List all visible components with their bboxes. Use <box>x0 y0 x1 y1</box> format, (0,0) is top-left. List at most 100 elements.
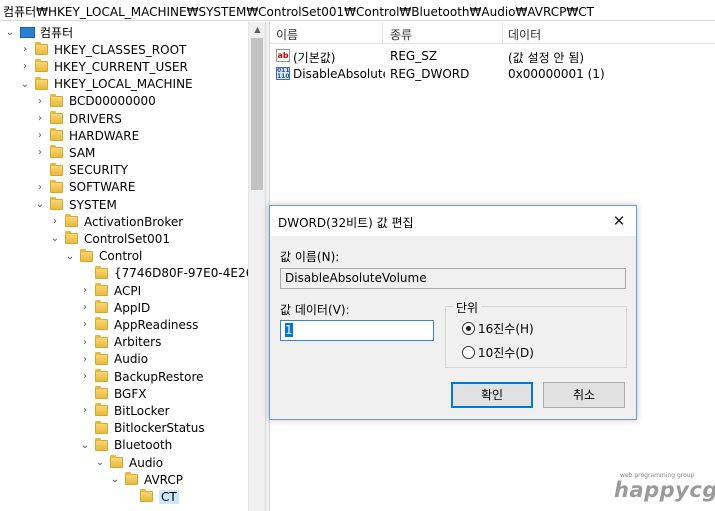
tree-item-label: AppReadiness <box>114 317 199 332</box>
tree-item[interactable]: ⌄ Bluetooth <box>79 437 172 454</box>
list-header: 이름 종류 데이터 <box>270 22 715 44</box>
tree-scrollbar[interactable]: ▲ <box>248 22 265 511</box>
tree-item[interactable]: ⌄ SYSTEM <box>34 196 117 213</box>
dec-radio[interactable]: 10진수(D) <box>462 344 534 361</box>
tree-item[interactable]: › Arbiters <box>79 334 161 351</box>
tree-item[interactable]: ⌄ Control <box>64 248 142 265</box>
ok-button[interactable]: 확인 <box>451 382 533 408</box>
column-separator[interactable] <box>502 22 503 44</box>
chevron-down-icon[interactable]: ⌄ <box>4 27 16 39</box>
edit-dword-dialog: DWORD(32비트) 값 편집 ✕ 값 이름(N): DisableAbsol… <box>269 205 637 420</box>
tree-item[interactable]: › AppID <box>79 299 150 316</box>
tree-item[interactable]: › ACPI <box>79 282 141 299</box>
tree-item[interactable]: › BackupRestore <box>79 368 204 385</box>
chevron-down-icon[interactable]: ⌄ <box>49 233 61 245</box>
chevron-right-icon[interactable]: › <box>19 61 31 73</box>
chevron-down-icon[interactable]: ⌄ <box>79 439 91 451</box>
value-name-label: 값 이름(N): <box>280 250 340 264</box>
chevron-right-icon[interactable]: › <box>49 216 61 228</box>
chevron-right-icon[interactable]: › <box>79 336 91 348</box>
tree-item-label: BCD00000000 <box>69 94 156 109</box>
tree-item[interactable]: › HKEY_CURRENT_USER <box>19 58 188 75</box>
column-header-data[interactable]: 데이터 <box>508 26 541 43</box>
chevron-down-icon[interactable]: ⌄ <box>94 457 106 469</box>
chevron-right-icon[interactable]: › <box>34 181 46 193</box>
computer-icon <box>20 27 35 38</box>
tree-item[interactable]: › AppReadiness <box>79 316 198 333</box>
value-data-input[interactable]: 1 <box>280 320 434 341</box>
tree-item[interactable]: ⌄ Audio <box>94 454 163 471</box>
tree-item-label: HARDWARE <box>69 128 140 143</box>
tree-item-label: Bluetooth <box>114 438 173 453</box>
tree-item[interactable]: › ActivationBroker <box>49 213 183 230</box>
chevron-right-icon[interactable]: › <box>34 95 46 107</box>
tree-item[interactable]: › SAM <box>34 144 95 161</box>
chevron-down-icon[interactable]: ⌄ <box>34 199 46 211</box>
chevron-right-icon[interactable]: › <box>79 405 91 417</box>
tree-item[interactable]: ⌄ AVRCP <box>109 471 183 488</box>
folder-icon <box>95 300 108 314</box>
hex-radio[interactable]: 16진수(H) <box>462 320 534 337</box>
scroll-up-arrow-icon[interactable]: ▲ <box>249 22 266 37</box>
list-item[interactable]: 011 110 DisableAbsolute... REG_DWORD 0x0… <box>270 66 715 83</box>
tree-item[interactable]: › BCD00000000 <box>34 93 156 110</box>
tree-item[interactable]: BitlockerStatus <box>79 420 205 437</box>
tree-item[interactable]: › SOFTWARE <box>34 179 135 196</box>
tree-item-label: BGFX <box>114 386 147 401</box>
tree-item[interactable]: CT <box>124 488 179 505</box>
dialog-title: DWORD(32비트) 값 편집 <box>278 216 414 230</box>
value-data: (값 설정 안 됨) <box>508 51 585 65</box>
chevron-right-icon[interactable]: › <box>79 353 91 365</box>
chevron-right-icon[interactable]: › <box>79 285 91 297</box>
tree-item[interactable]: › HARDWARE <box>34 127 139 144</box>
chevron-down-icon[interactable]: ⌄ <box>64 250 76 262</box>
folder-icon <box>95 265 108 279</box>
chevron-right-icon[interactable]: › <box>79 302 91 314</box>
cancel-button[interactable]: 취소 <box>543 382 625 408</box>
folder-icon <box>140 489 153 503</box>
registry-tree[interactable]: ⌄ 컴퓨터 › HKEY_CLASSES_ROOT › HKEY_CURRENT_USER… <box>0 22 265 511</box>
column-header-name[interactable]: 이름 <box>276 26 298 43</box>
tree-item[interactable]: › BitLocker <box>79 402 170 419</box>
tree-item[interactable]: SECURITY <box>34 162 128 179</box>
tree-item-label: BitlockerStatus <box>114 421 205 436</box>
chevron-down-icon[interactable]: ⌄ <box>109 474 121 486</box>
list-item[interactable]: ab (기본값) REG_SZ (값 설정 안 됨) <box>270 48 715 65</box>
chevron-right-icon[interactable]: › <box>79 371 91 383</box>
tree-item[interactable]: › DRIVERS <box>34 110 122 127</box>
folder-icon <box>50 162 63 176</box>
folder-icon <box>35 42 48 56</box>
tree-item[interactable]: {7746D80F-97E0-4E26-95 <box>79 265 265 282</box>
close-icon[interactable]: ✕ <box>608 210 630 232</box>
value-data: 0x00000001 (1) <box>508 67 605 81</box>
tree-item[interactable]: › Audio <box>79 351 148 368</box>
dialog-titlebar[interactable]: DWORD(32비트) 값 편집 ✕ <box>270 206 636 236</box>
tree-item[interactable]: ⌄ HKEY_LOCAL_MACHINE <box>19 76 193 93</box>
folder-icon <box>35 76 48 90</box>
chevron-down-icon[interactable]: ⌄ <box>19 78 31 90</box>
chevron-right-icon[interactable]: › <box>34 147 46 159</box>
chevron-right-icon[interactable]: › <box>19 44 31 56</box>
column-header-type[interactable]: 종류 <box>390 26 412 43</box>
address-bar[interactable]: 컴퓨터₩HKEY_LOCAL_MACHINE₩SYSTEM₩ControlSet… <box>0 0 715 21</box>
tree-item-label: BitLocker <box>114 403 170 418</box>
tree-item[interactable]: BGFX <box>79 385 146 402</box>
tree-item[interactable]: ⌄ 컴퓨터 <box>4 24 73 41</box>
folder-icon <box>95 369 108 382</box>
chevron-right-icon[interactable]: › <box>34 130 46 142</box>
scrollbar-thumb[interactable] <box>251 38 263 190</box>
tree-item-label: DRIVERS <box>69 111 122 126</box>
column-separator[interactable] <box>382 22 383 44</box>
tree-item-label: HKEY_LOCAL_MACHINE <box>54 77 193 92</box>
chevron-right-icon[interactable]: › <box>34 113 46 125</box>
tree-item[interactable]: ⌄ ControlSet001 <box>49 230 170 247</box>
tree-item[interactable]: › HKEY_CLASSES_ROOT <box>19 41 186 58</box>
value-name: (기본값) <box>293 51 336 65</box>
folder-icon <box>95 334 108 348</box>
radio-unchecked-icon <box>462 346 475 359</box>
tree-item-label: Control <box>99 249 143 264</box>
chevron-right-icon[interactable]: › <box>79 319 91 331</box>
tree-item-label: SOFTWARE <box>69 180 136 195</box>
